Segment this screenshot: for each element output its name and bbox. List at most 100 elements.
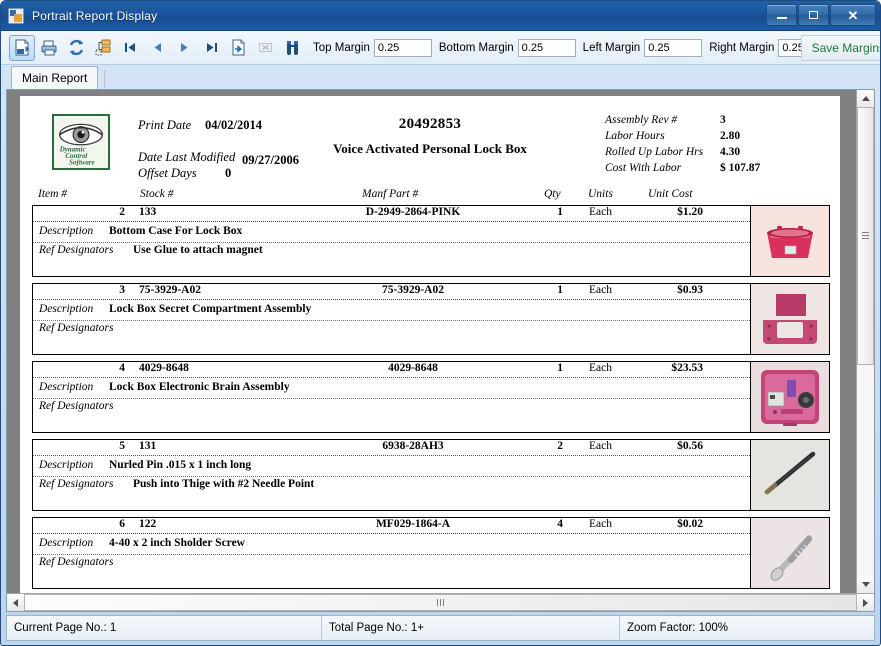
top-margin-input[interactable]: [373, 38, 432, 57]
toggle-group-tree-button[interactable]: [90, 35, 116, 61]
maximize-button[interactable]: [798, 4, 829, 26]
column-header-stock: Stock #: [140, 188, 174, 200]
svg-text:Software: Software: [69, 158, 95, 166]
last-page-icon: [206, 43, 217, 52]
total-page-status: Total Page No.: 1+: [322, 616, 620, 640]
scroll-right-button[interactable]: [857, 594, 874, 611]
refresh-icon: [69, 39, 83, 56]
previous-page-button[interactable]: [144, 35, 170, 61]
report-window: Portrait Report Display ✕ Top Margin 0.2…: [0, 0, 881, 646]
line-item-details: 2 133 D-2949-2864-PINK 1 Each $1.20 Desc…: [33, 206, 750, 276]
current-page-status: Current Page No.: 1: [7, 616, 322, 640]
vertical-scroll-thumb[interactable]: [857, 107, 874, 365]
scroll-grip-icon: [437, 599, 444, 606]
line-item-details: 5 131 6938-28AH3 2 Each $0.56 Descriptio…: [33, 440, 750, 510]
left-margin-input[interactable]: [644, 38, 703, 57]
pink-bottom-case-photo: [751, 206, 829, 276]
document-number: 20492853: [398, 116, 462, 132]
report-window-icon: [8, 7, 24, 24]
print-report-button[interactable]: [36, 35, 62, 61]
cell-manf: 75-3929-A02: [382, 284, 444, 296]
vertical-scroll-track[interactable]: [857, 107, 874, 576]
rolled-up-labor-hrs-value: 4.30: [720, 146, 741, 158]
line-item-details: 4 4029-8648 4029-8648 1 Each $23.53 Desc…: [33, 362, 750, 432]
scroll-left-button[interactable]: [7, 594, 24, 611]
report-column-headers: Item # Stock # Manf Part # Qty Units Uni…: [32, 188, 830, 205]
line-item-description-row: Description 4-40 x 2 inch Sholder Screw: [33, 534, 750, 555]
line-item-ref-row: Ref Designators: [33, 399, 750, 417]
report-toolbar: Top Margin Bottom Margin Left Margin Rig…: [1, 31, 880, 65]
column-header-qty: Qty: [544, 188, 561, 200]
tab-main-report[interactable]: Main Report: [11, 66, 99, 89]
line-item-thumbnail: [750, 284, 829, 354]
horizontal-scroll-track[interactable]: [24, 594, 857, 611]
cell-stock: 131: [139, 440, 157, 452]
description-label: Description: [39, 225, 94, 237]
scroll-down-button[interactable]: [857, 576, 874, 593]
printer-icon: [41, 40, 56, 56]
report-viewer: Dynamic Control Software Print Date 04/0…: [6, 89, 875, 612]
chevron-down-icon: [861, 582, 870, 587]
cell-qty: 1: [557, 362, 563, 374]
close-button[interactable]: ✕: [830, 4, 876, 26]
offset-days-value: 0: [225, 166, 232, 180]
cost-with-labor-label: Cost With Labor: [605, 162, 682, 174]
bottom-margin-input[interactable]: [517, 38, 576, 57]
pink-secret-compartment-photo: [751, 284, 829, 354]
rolled-up-labor-hrs-label: Rolled Up Labor Hrs: [605, 146, 704, 158]
description-value: 4-40 x 2 inch Sholder Screw: [109, 537, 245, 549]
cell-item: 2: [119, 206, 125, 218]
line-item-thumbnail: [750, 206, 829, 276]
line-item-summary-row: 5 131 6938-28AH3 2 Each $0.56: [33, 440, 750, 456]
horizontal-scrollbar[interactable]: [7, 593, 874, 611]
go-to-page-icon: [232, 39, 244, 56]
description-value: Bottom Case For Lock Box: [109, 225, 243, 237]
description-value: Lock Box Electronic Brain Assembly: [109, 381, 290, 393]
assembly-rev-value: 3: [720, 114, 726, 126]
line-item-description-row: Description Lock Box Secret Compartment …: [33, 300, 750, 321]
ref-designators-value: Push into Thige with #2 Needle Point: [133, 478, 315, 490]
go-to-page-button[interactable]: [225, 35, 251, 61]
stop-loading-button: [252, 35, 278, 61]
chevron-up-icon: [861, 96, 870, 101]
line-item-details: 3 75-3929-A02 75-3929-A02 1 Each $0.93 D…: [33, 284, 750, 354]
vertical-scrollbar[interactable]: [856, 90, 874, 593]
minimize-button[interactable]: [766, 4, 797, 26]
cell-manf: 6938-28AH3: [382, 440, 444, 452]
export-report-button[interactable]: [9, 34, 35, 61]
search-text-button[interactable]: [279, 35, 305, 61]
window-title: Portrait Report Display: [32, 8, 158, 23]
assembly-rev-label: Assembly Rev #: [605, 114, 678, 126]
next-page-button[interactable]: [171, 35, 197, 61]
first-page-button[interactable]: [117, 35, 143, 61]
minimize-icon: [776, 16, 787, 19]
cell-unit-cost: $0.93: [677, 284, 703, 296]
silver-shoulder-screw-photo: [751, 518, 829, 588]
window-controls: ✕: [766, 4, 876, 26]
ref-designators-label: Ref Designators: [39, 244, 114, 256]
cell-units: Each: [589, 440, 612, 452]
report-tab-strip: Main Report: [1, 65, 880, 89]
pink-electronic-brain-photo: [751, 362, 829, 432]
description-label: Description: [39, 381, 94, 393]
save-margins-button[interactable]: Save Margins: [800, 35, 880, 61]
last-page-button[interactable]: [198, 35, 224, 61]
report-header: Dynamic Control Software Print Date 04/0…: [20, 96, 840, 188]
line-item-summary-row: 2 133 D-2949-2864-PINK 1 Each $1.20: [33, 206, 750, 222]
cell-stock: 4029-8648: [139, 362, 189, 374]
close-icon: ✕: [847, 7, 859, 23]
refresh-report-button[interactable]: [63, 35, 89, 61]
chevron-left-icon: [13, 598, 18, 607]
status-bar: Current Page No.: 1 Total Page No.: 1+ Z…: [6, 615, 875, 641]
top-margin-label: Top Margin: [313, 41, 370, 54]
scroll-up-button[interactable]: [857, 90, 874, 107]
previous-page-icon: [154, 43, 161, 52]
right-margin-label: Right Margin: [709, 41, 775, 54]
stop-icon: [258, 43, 272, 52]
tab-strip-divider: [104, 70, 106, 88]
horizontal-scroll-thumb[interactable]: [24, 594, 857, 611]
cell-stock: 75-3929-A02: [139, 284, 201, 296]
cell-item: 5: [119, 440, 125, 452]
report-line-items: 2 133 D-2949-2864-PINK 1 Each $1.20 Desc…: [32, 205, 830, 589]
table-row: 6 122 MF029-1864-A 4 Each $0.02 Descript…: [32, 517, 830, 589]
